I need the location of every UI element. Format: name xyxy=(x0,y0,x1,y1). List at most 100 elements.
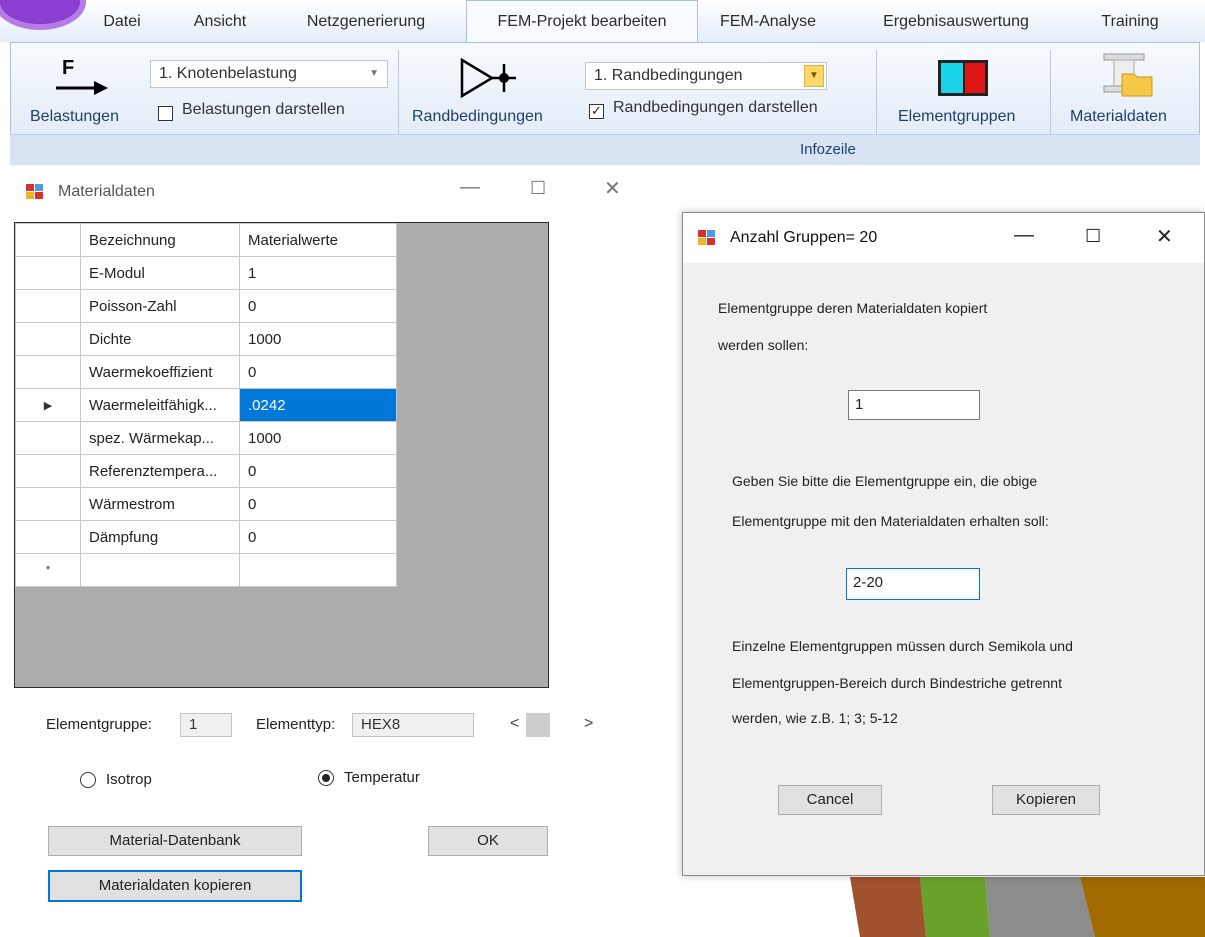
load-case-combo[interactable]: 1. Knotenbelastung ▼ xyxy=(150,60,388,88)
tab-fem-analyse[interactable]: FEM-Analyse xyxy=(700,0,836,42)
material-datenbank-button[interactable]: Material-Datenbank xyxy=(48,826,302,856)
material-value-cell[interactable]: 0 xyxy=(239,454,397,488)
scroll-right-icon[interactable]: > xyxy=(584,715,593,733)
table-row[interactable]: Waermekoeffizient 0 xyxy=(15,355,397,389)
row-header[interactable] xyxy=(15,487,81,521)
boundary-show-checkbox[interactable]: ✓ xyxy=(589,104,604,119)
material-name-cell[interactable]: E-Modul xyxy=(80,256,240,290)
tab-training[interactable]: Training xyxy=(1080,0,1180,42)
randbedingungen-button[interactable] xyxy=(456,54,518,102)
table-row-selected[interactable]: ▶ Waermeleitfähigk... .0242 xyxy=(15,388,397,422)
new-row-name-cell[interactable] xyxy=(80,553,240,587)
material-name-cell[interactable]: Dichte xyxy=(80,322,240,356)
new-row-marker-icon[interactable]: * xyxy=(15,553,81,587)
material-name-cell[interactable]: Wärmestrom xyxy=(80,487,240,521)
source-group-input[interactable]: 1 xyxy=(848,390,980,420)
material-value-cell[interactable]: 0 xyxy=(239,355,397,389)
row-header[interactable] xyxy=(15,520,81,554)
tab-netzgenerierung[interactable]: Netzgenerierung xyxy=(278,0,454,42)
target-groups-input[interactable]: 2-20 xyxy=(846,568,980,600)
table-row[interactable]: Dichte 1000 xyxy=(15,322,397,356)
material-value-cell[interactable]: 1000 xyxy=(239,421,397,455)
tab-ansicht[interactable]: Ansicht xyxy=(172,0,268,42)
table-row[interactable]: Wärmestrom 0 xyxy=(15,487,397,521)
material-value-cell[interactable]: 0 xyxy=(239,520,397,554)
material-name-cell[interactable]: Waermekoeffizient xyxy=(80,355,240,389)
randbedingungen-label[interactable]: Randbedingungen xyxy=(412,108,543,126)
row-header[interactable] xyxy=(15,454,81,488)
material-value-cell[interactable]: 0 xyxy=(239,289,397,323)
table-row[interactable]: spez. Wärmekap... 1000 xyxy=(15,421,397,455)
boundary-show-label: Randbedingungen darstellen xyxy=(613,99,818,116)
tab-ergebnisauswertung[interactable]: Ergebnisauswertung xyxy=(862,0,1050,42)
material-name-cell[interactable]: Dämpfung xyxy=(80,520,240,554)
elementtyp-field: HEX8 xyxy=(352,713,474,737)
radio-temperatur[interactable] xyxy=(318,770,334,786)
material-name-cell[interactable]: Waermeleitfähigk... xyxy=(80,388,240,422)
table-row[interactable]: Referenztempera... 0 xyxy=(15,454,397,488)
belastungen-button[interactable]: F xyxy=(50,56,114,102)
table-row[interactable]: Dämpfung 0 xyxy=(15,520,397,554)
table-header-row: Bezeichnung Materialwerte xyxy=(15,223,397,257)
load-show-checkbox[interactable] xyxy=(158,106,173,121)
belastungen-label[interactable]: Belastungen xyxy=(30,108,119,126)
material-folder-icon xyxy=(1103,53,1153,97)
kopieren-button[interactable]: Kopieren xyxy=(992,785,1100,815)
elementgruppen-button[interactable] xyxy=(936,56,992,100)
infozeile-label: Infozeile xyxy=(800,141,856,158)
row-header[interactable] xyxy=(15,355,81,389)
materialdaten-kopieren-button[interactable]: Materialdaten kopieren xyxy=(48,870,302,902)
elementgruppen-label[interactable]: Elementgruppen xyxy=(898,108,1015,126)
material-value-cell[interactable]: 1 xyxy=(239,256,397,290)
material-name-cell[interactable]: Referenztempera... xyxy=(80,454,240,488)
app-menu-orb[interactable] xyxy=(0,0,86,30)
tab-fem-projekt-bearbeiten[interactable]: FEM-Projekt bearbeiten xyxy=(466,0,698,43)
app-window-icon xyxy=(698,230,716,246)
material-value-cell[interactable]: 1000 xyxy=(239,322,397,356)
elementgruppe-label: Elementgruppe: xyxy=(46,716,152,733)
maximize-icon[interactable]: ☐ xyxy=(1085,226,1101,247)
material-value-cell-selected[interactable]: .0242 xyxy=(239,388,397,422)
material-name-cell[interactable]: Poisson-Zahl xyxy=(80,289,240,323)
cancel-button[interactable]: Cancel xyxy=(778,785,882,815)
material-table: Bezeichnung Materialwerte E-Modul 1 Pois… xyxy=(15,223,397,587)
row-header[interactable] xyxy=(15,421,81,455)
material-value-cell[interactable]: 0 xyxy=(239,487,397,521)
column-header-materialwerte[interactable]: Materialwerte xyxy=(239,223,397,257)
ribbon-tab-bar: Datei Ansicht Netzgenerierung FEM-Projek… xyxy=(0,0,1205,43)
maximize-icon[interactable]: ☐ xyxy=(530,178,546,199)
table-row[interactable]: Poisson-Zahl 0 xyxy=(15,289,397,323)
table-new-row[interactable]: * xyxy=(15,553,397,587)
table-row[interactable]: E-Modul 1 xyxy=(15,256,397,290)
copy-source-text-2: werden sollen: xyxy=(718,337,809,353)
materialdaten-label[interactable]: Materialdaten xyxy=(1070,108,1167,126)
minimize-icon[interactable]: — xyxy=(460,176,480,199)
minimize-icon[interactable]: — xyxy=(1014,224,1034,247)
radio-temperatur-label: Temperatur xyxy=(344,769,420,786)
scroll-left-icon[interactable]: < xyxy=(510,715,519,733)
column-header-bezeichnung[interactable]: Bezeichnung xyxy=(80,223,240,257)
row-header[interactable] xyxy=(15,322,81,356)
copy-source-text-1: Elementgruppe deren Materialdaten kopier… xyxy=(718,300,988,316)
new-row-value-cell[interactable] xyxy=(239,553,397,587)
boundary-condition-icon xyxy=(460,57,516,99)
material-data-grid[interactable]: Bezeichnung Materialwerte E-Modul 1 Pois… xyxy=(14,222,549,688)
element-groups-icon xyxy=(938,60,988,96)
current-row-marker-icon[interactable]: ▶ xyxy=(15,388,81,422)
materialdaten-button[interactable] xyxy=(1098,52,1154,100)
boundary-case-combo[interactable]: 1. Randbedingungen ▼ xyxy=(585,62,827,90)
tab-datei[interactable]: Datei xyxy=(80,0,164,42)
scroll-thumb[interactable] xyxy=(526,713,550,737)
row-header[interactable] xyxy=(15,289,81,323)
material-name-cell[interactable]: spez. Wärmekap... xyxy=(80,421,240,455)
copy-dialog-title: Anzahl Gruppen= 20 xyxy=(730,229,878,246)
row-header[interactable] xyxy=(15,256,81,290)
close-icon[interactable]: ✕ xyxy=(604,176,621,201)
copy-target-text-2: Elementgruppe mit den Materialdaten erha… xyxy=(732,513,1049,529)
ok-button[interactable]: OK xyxy=(428,826,548,856)
close-icon[interactable]: ✕ xyxy=(1156,224,1173,249)
copy-target-text-1: Geben Sie bitte die Elementgruppe ein, d… xyxy=(732,473,1038,489)
elementgruppe-scrollbar[interactable]: < > xyxy=(498,713,608,737)
elementtyp-label: Elementtyp: xyxy=(256,716,336,733)
radio-isotrop[interactable] xyxy=(80,772,96,788)
